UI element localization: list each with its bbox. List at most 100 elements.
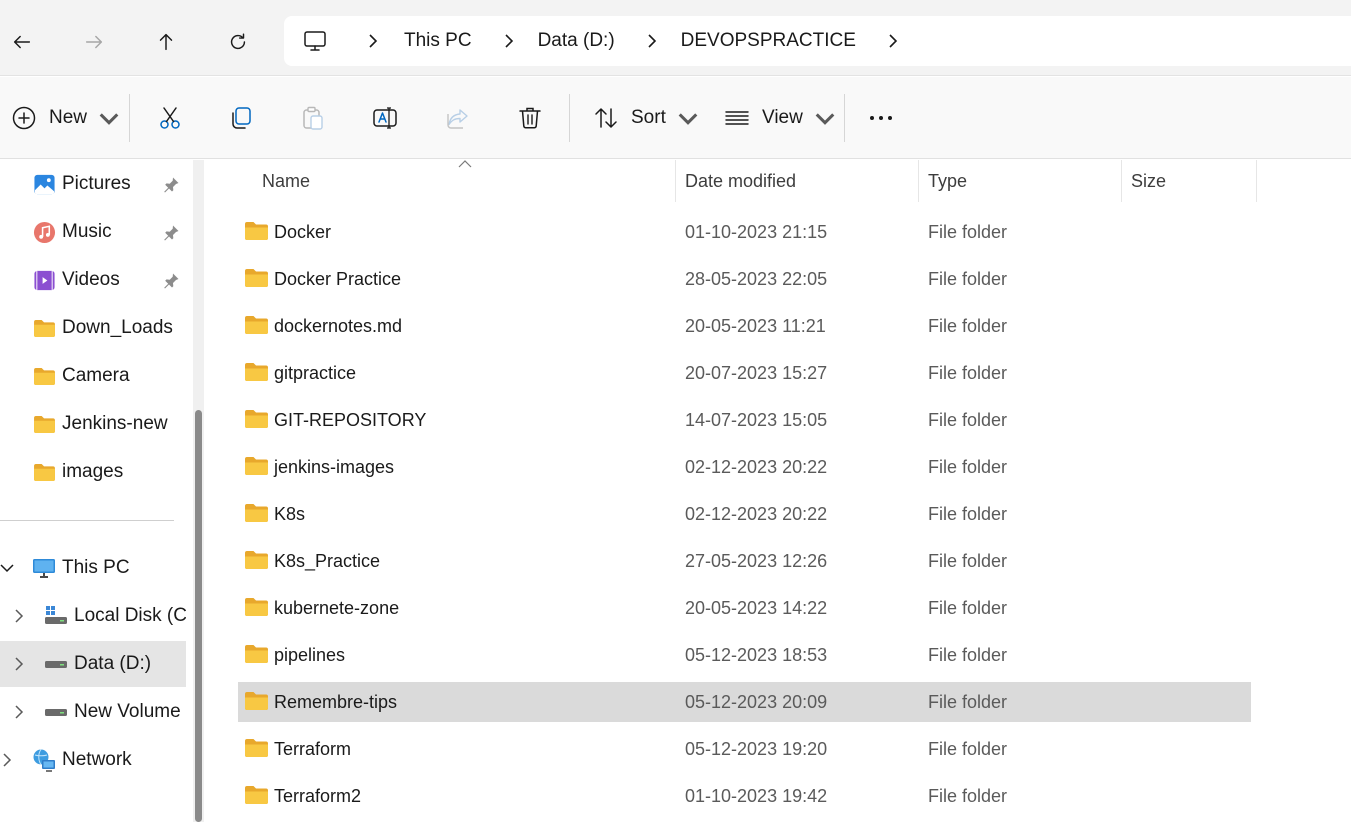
sidebar-item-this-pc[interactable]: This PC: [0, 545, 186, 591]
breadcrumb-devopspractice[interactable]: DEVOPSPRACTICE: [681, 30, 856, 52]
table-row[interactable]: gitpractice 20-07-2023 15:27 File folder: [238, 353, 1251, 393]
column-divider[interactable]: [1121, 160, 1122, 202]
file-date-modified: 14-07-2023 15:05: [685, 410, 828, 430]
file-name: K8s_Practice: [274, 551, 381, 571]
table-row[interactable]: Terraform 05-12-2023 19:20 File folder: [238, 729, 1251, 769]
sidebar-item-music[interactable]: Music: [0, 209, 186, 255]
folder-icon: [244, 268, 269, 288]
sidebar-item-pictures[interactable]: Pictures: [0, 161, 186, 207]
table-row[interactable]: K8s 02-12-2023 20:22 File folder: [238, 494, 1251, 534]
sidebar-item-camera[interactable]: Camera: [0, 353, 186, 399]
rename-button[interactable]: [372, 99, 398, 137]
drive-icon: [44, 652, 68, 676]
column-divider[interactable]: [675, 160, 676, 202]
back-button[interactable]: [2, 22, 42, 62]
up-button[interactable]: [146, 22, 186, 62]
breadcrumb-data-drive[interactable]: Data (D:): [538, 30, 615, 52]
folder-icon: [32, 316, 56, 340]
file-type: File folder: [928, 316, 1008, 336]
view-label: View: [762, 107, 803, 128]
new-button[interactable]: New: [11, 99, 122, 137]
table-row[interactable]: GIT-REPOSITORY 14-07-2023 15:05 File folde…: [238, 400, 1251, 440]
chevron-right-icon[interactable]: [366, 34, 380, 48]
sort-button[interactable]: Sort: [593, 99, 701, 137]
column-header-size[interactable]: Size: [1131, 160, 1255, 202]
sidebar-item-label: Jenkins-new: [62, 413, 168, 434]
share-button[interactable]: [445, 99, 471, 137]
chevron-right-icon[interactable]: [12, 705, 26, 719]
table-row[interactable]: kubernete-zone 20-05-2023 14:22 File folde…: [238, 588, 1251, 628]
file-list: Name Date modified Type Size Docker 01-10…: [214, 160, 1351, 822]
chevron-right-icon[interactable]: [502, 34, 516, 48]
breadcrumb[interactable]: This PC Data (D:) DEVOPSPRACTICE: [284, 16, 1351, 66]
sort-label: Sort: [631, 107, 666, 128]
sidebar-item-down-loads[interactable]: Down_Loads: [0, 305, 186, 351]
file-type: File folder: [928, 222, 1008, 242]
table-row[interactable]: Docker 01-10-2023 21:15 File folder: [238, 212, 1251, 252]
pin-icon[interactable]: [163, 272, 180, 289]
copy-button[interactable]: [228, 99, 254, 137]
table-row[interactable]: dockernotes.md 20-05-2023 11:21 File folde…: [238, 306, 1251, 346]
file-date-modified: 05-12-2023 18:53: [685, 645, 828, 665]
paste-icon: [303, 106, 323, 130]
more-options-button[interactable]: [868, 99, 894, 137]
drive-icon: [44, 700, 68, 724]
sidebar-item-label: New Volume (: [74, 701, 186, 722]
toolbar-divider: [844, 94, 845, 142]
column-header-date-modified[interactable]: Date modified: [685, 160, 917, 202]
chevron-down-icon[interactable]: [0, 561, 14, 575]
sidebar-scrollbar[interactable]: [193, 160, 204, 822]
file-name: Terraform: [274, 739, 352, 759]
chevron-right-icon[interactable]: [12, 657, 26, 671]
computer-icon[interactable]: [302, 28, 328, 54]
sidebar-item-jenkins-new[interactable]: Jenkins-new: [0, 401, 186, 447]
cut-icon: [160, 107, 180, 129]
file-date-modified: 20-07-2023 15:27: [685, 363, 828, 383]
column-header-type[interactable]: Type: [928, 160, 1120, 202]
view-button[interactable]: View: [724, 99, 838, 137]
paste-button[interactable]: [300, 99, 326, 137]
forward-button[interactable]: [74, 22, 114, 62]
sidebar-item-new-volume[interactable]: New Volume (: [0, 689, 186, 735]
folder-icon: [32, 412, 56, 436]
delete-button[interactable]: [517, 99, 543, 137]
file-type: File folder: [928, 645, 1008, 665]
table-row[interactable]: Remembre-tips 05-12-2023 20:09 File folder: [238, 682, 1251, 722]
scrollbar-thumb[interactable]: [195, 410, 202, 822]
table-row[interactable]: Docker Practice 28-05-2023 22:05 File fold…: [238, 259, 1251, 299]
table-row[interactable]: jenkins-images 02-12-2023 20:22 File folde…: [238, 447, 1251, 487]
chevron-right-icon[interactable]: [0, 753, 14, 767]
file-type: File folder: [928, 363, 1008, 383]
file-type: File folder: [928, 739, 1008, 759]
music-icon: [32, 220, 56, 244]
sidebar-item-videos[interactable]: Videos: [0, 257, 186, 303]
file-name: kubernete-zone: [274, 598, 400, 618]
chevron-right-icon[interactable]: [886, 34, 900, 48]
sidebar-item-images[interactable]: images: [0, 449, 186, 495]
column-divider[interactable]: [918, 160, 919, 202]
cut-button[interactable]: [157, 99, 183, 137]
pin-icon[interactable]: [163, 224, 180, 241]
table-row[interactable]: Terraform2 01-10-2023 19:42 File folder: [238, 776, 1251, 816]
chevron-right-icon[interactable]: [12, 609, 26, 623]
file-name: Remembre-tips: [274, 692, 398, 712]
sidebar-item-network[interactable]: Network: [0, 737, 186, 783]
sidebar-item-local-disk-c[interactable]: Local Disk (C:): [0, 593, 186, 639]
file-type: File folder: [928, 692, 1008, 712]
videos-icon: [32, 268, 56, 292]
sidebar-item-label: Local Disk (C:): [74, 605, 186, 626]
share-icon: [447, 109, 468, 129]
sidebar-item-data-d[interactable]: Data (D:): [0, 641, 186, 687]
file-type: File folder: [928, 410, 1008, 430]
table-row[interactable]: K8s_Practice 27-05-2023 12:26 File folder: [238, 541, 1251, 581]
table-row[interactable]: pipelines 05-12-2023 18:53 File folder: [238, 635, 1251, 675]
column-divider[interactable]: [1256, 160, 1257, 202]
chevron-right-icon[interactable]: [645, 34, 659, 48]
sort-icon: [595, 108, 617, 128]
pin-icon[interactable]: [163, 176, 180, 193]
refresh-button[interactable]: [218, 22, 258, 62]
file-name: dockernotes.md: [274, 316, 403, 336]
column-header-name[interactable]: Name: [262, 160, 674, 202]
breadcrumb-this-pc[interactable]: This PC: [404, 30, 472, 52]
more-icon: [870, 116, 892, 120]
